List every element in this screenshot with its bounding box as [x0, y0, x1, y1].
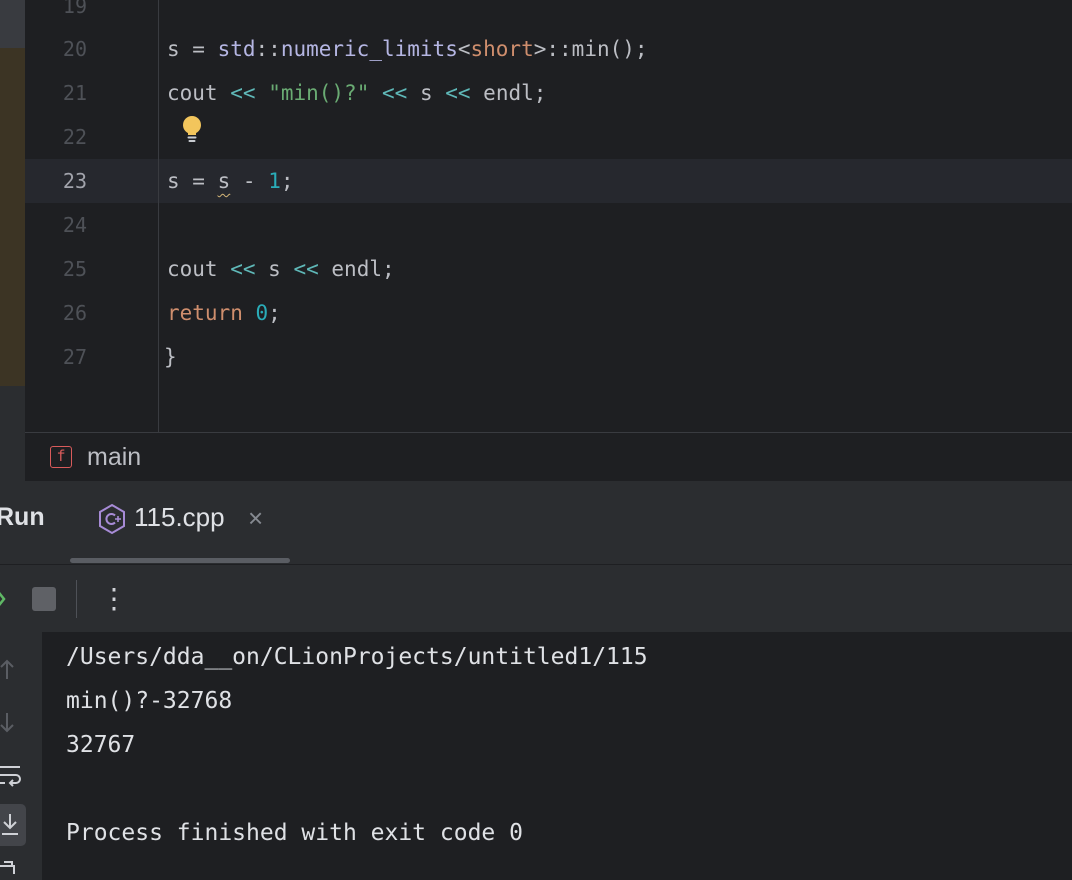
warning-squiggle: s: [217, 169, 231, 193]
line-number: 22: [62, 125, 87, 149]
print-icon[interactable]: [0, 860, 22, 880]
soft-wrap-icon[interactable]: [0, 762, 22, 788]
scroll-to-end-button[interactable]: [0, 804, 26, 846]
scroll-up-icon[interactable]: [0, 658, 14, 682]
code-text[interactable]: cout << "min()?" << s << endl;: [167, 71, 546, 115]
console-line: Process finished with exit code 0: [66, 820, 523, 846]
line-number: 19: [62, 0, 87, 18]
line-number: 24: [62, 213, 87, 237]
console-output[interactable]: /Users/dda__on/CLionProjects/untitled1/1…: [43, 632, 1072, 880]
line-number: 27: [62, 345, 87, 369]
rerun-icon[interactable]: [0, 587, 10, 611]
code-line[interactable]: 19: [25, 0, 1072, 28]
code-line[interactable]: 24: [25, 203, 1072, 247]
code-line[interactable]: 25 cout << s << endl;: [25, 247, 1072, 291]
line-number: 25: [62, 257, 87, 281]
code-line[interactable]: 27 }: [25, 335, 1072, 379]
toolbar-divider: [76, 580, 77, 618]
close-icon[interactable]: ×: [248, 503, 263, 534]
code-text[interactable]: return 0;: [167, 291, 281, 335]
line-number: 21: [62, 81, 87, 105]
run-toolbar: [0, 565, 1072, 632]
strip-highlight: [0, 48, 25, 386]
lightbulb-icon[interactable]: [180, 114, 204, 146]
run-panel-title: Run: [0, 503, 45, 531]
line-number: 23: [62, 169, 87, 193]
code-line-current[interactable]: 23 s = s - 1;: [25, 159, 1072, 203]
breadcrumb[interactable]: f main: [25, 432, 1072, 482]
line-number: 20: [62, 37, 87, 61]
run-panel-header: Run 115.cpp ×: [0, 481, 1072, 565]
tab-label: 115.cpp: [134, 502, 225, 532]
code-line[interactable]: 26 return 0;: [25, 291, 1072, 335]
project-strip: [0, 0, 25, 481]
gutter-divider: [158, 0, 159, 432]
active-tab-indicator: [70, 558, 290, 563]
code-text[interactable]: s = s - 1;: [167, 159, 294, 203]
code-text[interactable]: }: [164, 335, 177, 379]
code-line[interactable]: 21 cout << "min()?" << s << endl;: [25, 71, 1072, 115]
code-editor[interactable]: 19 20 s = std::numeric_limits<short>::mi…: [0, 0, 1072, 482]
console-side-toolbar: [0, 632, 43, 880]
console-line: /Users/dda__on/CLionProjects/untitled1/1…: [66, 644, 648, 670]
code-line[interactable]: 20 s = std::numeric_limits<short>::min()…: [25, 27, 1072, 71]
stop-button[interactable]: [32, 587, 56, 611]
breadcrumb-item-main[interactable]: main: [87, 433, 141, 482]
line-number: 26: [62, 301, 87, 325]
scroll-down-icon[interactable]: [0, 710, 14, 734]
scroll-to-end-icon: [2, 814, 18, 835]
console-line: 32767: [66, 732, 136, 758]
console-line: min()?-32768: [66, 688, 233, 714]
code-text[interactable]: cout << s << endl;: [167, 247, 395, 291]
function-icon: f: [50, 446, 72, 468]
cpp-file-icon: [99, 503, 125, 535]
strip-header: [0, 0, 25, 48]
code-text[interactable]: s = std::numeric_limits<short>::min();: [167, 27, 648, 71]
more-options-button[interactable]: ⋮: [100, 582, 128, 616]
